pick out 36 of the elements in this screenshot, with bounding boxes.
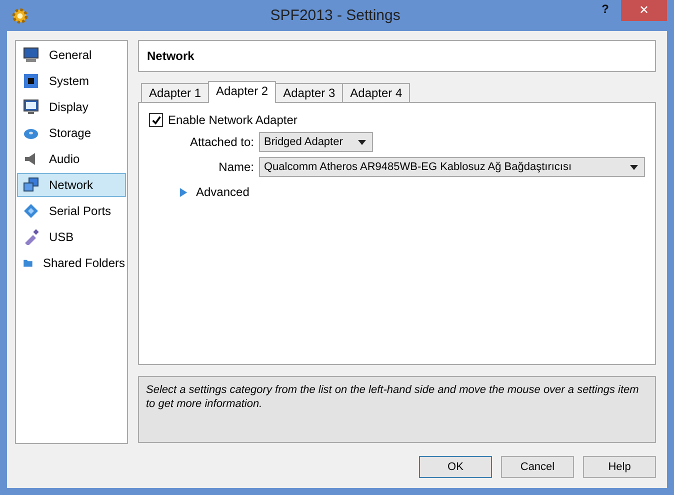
category-item[interactable]: General (17, 43, 126, 67)
category-item[interactable]: Shared Folders (17, 251, 126, 275)
info-text: Select a settings category from the list on the left-hand side and move the mouse over a settings item to get more information. (146, 383, 640, 411)
adapter-tab[interactable]: Adapter 1 (141, 83, 210, 102)
expand-arrow-icon[interactable] (179, 188, 188, 196)
category-item[interactable]: Storage (17, 121, 126, 145)
category-item[interactable]: Serial Ports (17, 199, 126, 223)
adapter-tab[interactable]: Adapter 3 (275, 83, 344, 102)
checkbox-label: Enable Network Adapter (168, 113, 298, 127)
adapter-tab[interactable]: Adapter 4 (342, 83, 410, 102)
usb-icon (23, 229, 39, 245)
monitor-icon (23, 47, 39, 63)
category-item[interactable]: System (17, 69, 126, 93)
field-label: Name: (218, 160, 254, 174)
dialog-button[interactable]: Cancel (501, 456, 574, 478)
window-title: SPF2013 - Settings (269, 7, 402, 24)
advanced-label[interactable]: Advanced (196, 185, 250, 199)
field-label: Attached to: (188, 135, 254, 149)
network-icon (23, 177, 39, 193)
gear-icon (11, 7, 29, 25)
serial-icon (23, 203, 39, 219)
dialog-button[interactable]: OK (419, 456, 492, 478)
display-icon (23, 99, 39, 115)
chip-icon (23, 73, 39, 89)
category-item[interactable]: USB (17, 225, 126, 249)
close-button[interactable]: ✕ (621, 0, 667, 21)
section-title: Network (147, 49, 194, 63)
dialog-button[interactable]: Help (583, 456, 656, 478)
category-item[interactable]: Audio (17, 147, 126, 171)
name-dropdown[interactable]: Qualcomm Atheros AR9485WB-EG Kablosuz Ağ Bağdaştırıcısı (259, 157, 645, 177)
checkbox[interactable] (149, 113, 163, 127)
category-item[interactable]: Network (17, 173, 126, 197)
adapter-tab[interactable]: Adapter 2 (208, 81, 276, 103)
category-item[interactable]: Display (17, 95, 126, 119)
attached-dropdown[interactable]: Bridged Adapter (259, 132, 373, 152)
help-button[interactable]: ? (602, 2, 609, 16)
